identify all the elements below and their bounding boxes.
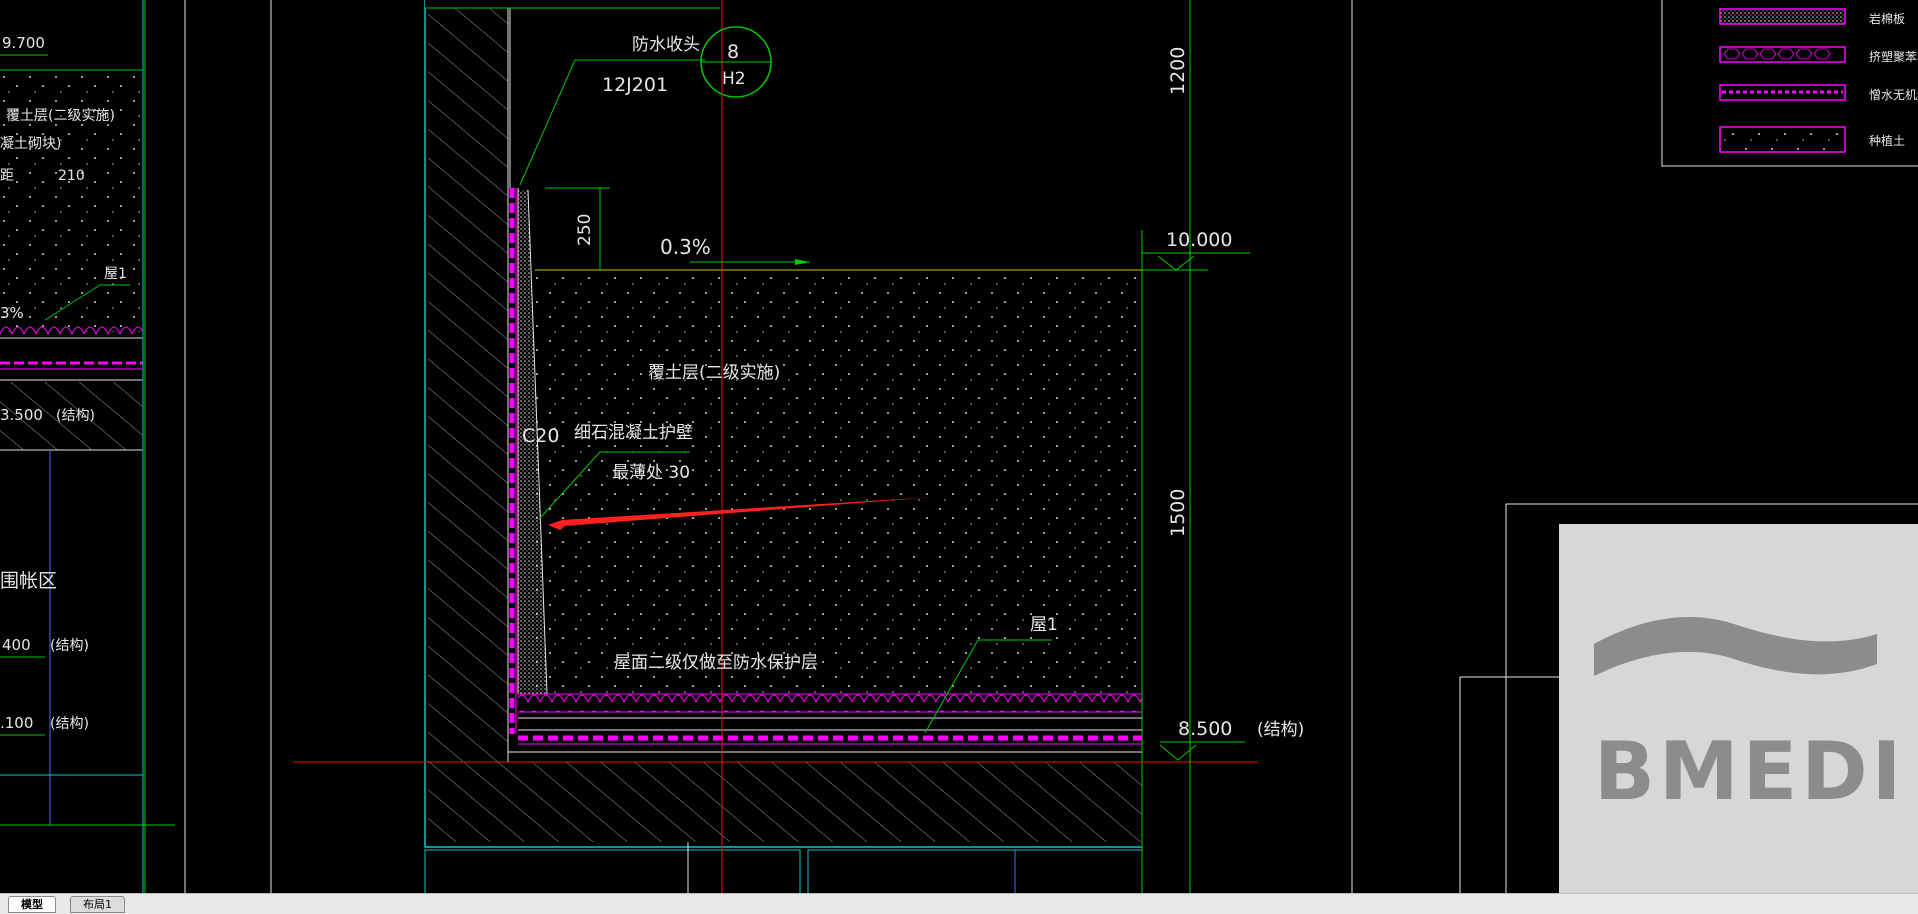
callout-number: 8 [727,41,739,63]
roof-note: 屋面二级仅做至防水保护层 [614,653,818,673]
dim-250: 250 [575,214,595,246]
struct-label: (结构) [1257,720,1304,740]
left-elev-top: 9.700 [2,34,45,52]
spec-code: 12J201 [602,74,668,96]
wall-grade: C20 [522,425,559,447]
left-detail[interactable]: 9.700 覆土层(二级实施) 凝土砌块) 距 210 屋1 3% 3.500 … [0,0,175,893]
waterproof-end-label: 防水收头 [632,35,700,55]
left-insulation-layer [0,326,143,338]
elev-top: 10.000 [1166,229,1232,251]
bmedi-logo: BMEDI [1594,616,1905,818]
layout-tab-bar: 模型 布局1 [0,893,1918,914]
left-concrete-label: 凝土砌块) [0,136,61,152]
logo-panel: BMEDI [1559,524,1918,893]
logo-text: BMEDI [1594,725,1905,818]
detail-callout-circle[interactable]: 8 H2 [700,26,772,98]
left-elev-2: 400 [2,636,31,654]
legend-label: 岩棉板 [1869,11,1905,26]
legend-label: 种植土 [1869,133,1905,148]
left-spacing-value: 210 [58,168,85,184]
legend-label: 憎水无机纤维 [1869,87,1918,102]
dim-1200: 1200 [1167,47,1189,95]
legend-item-planting-soil: 种植土 [1719,126,1905,153]
dim-1500: 1500 [1167,489,1189,537]
elev-bottom: 8.500 [1178,718,1232,740]
left-elev-struct: 3.500 [0,406,43,424]
legend-label: 挤塑聚苯板 [1869,49,1918,64]
legend-item-rock-wool: 岩棉板 [1719,8,1905,26]
left-spacing-label: 距 [0,168,14,184]
main-detail[interactable]: 防水收头 12J201 8 H2 250 0.3% 10.000 1200 15… [293,0,1304,893]
wall-label: 细石混凝土护壁 [574,423,693,443]
tab-model[interactable]: 模型 [8,896,56,913]
roof-insulation-layer [518,694,1142,712]
roof-label: 屋1 [1030,615,1058,635]
left-struct-label-3: (结构) [50,716,89,732]
left-struct-label-2: (结构) [50,638,89,654]
legend-item-xps-board: 挤塑聚苯板 [1719,46,1918,64]
slope-label: 0.3% [660,235,711,259]
left-soil-label: 覆土层(二级实施) [6,108,115,124]
soil-label: 覆土层(二级实施) [648,363,780,383]
logo-wave [1594,616,1877,676]
legend-item-inorganic-fiber: 憎水无机纤维 [1719,84,1918,102]
material-legend[interactable]: 岩棉板 挤塑聚苯板 憎水无机纤维 种植土 [1661,0,1918,167]
left-struct-label: (结构) [56,408,95,424]
left-zone-label: 围帐区 [0,570,57,592]
tab-layout1[interactable]: 布局1 [70,896,125,913]
left-elev-3: .100 [0,714,33,732]
callout-sheet: H2 [722,69,746,89]
left-roof-label: 屋1 [104,266,127,282]
thinnest-label: 最薄处 30 [612,463,690,483]
left-slope: 3% [0,304,24,322]
